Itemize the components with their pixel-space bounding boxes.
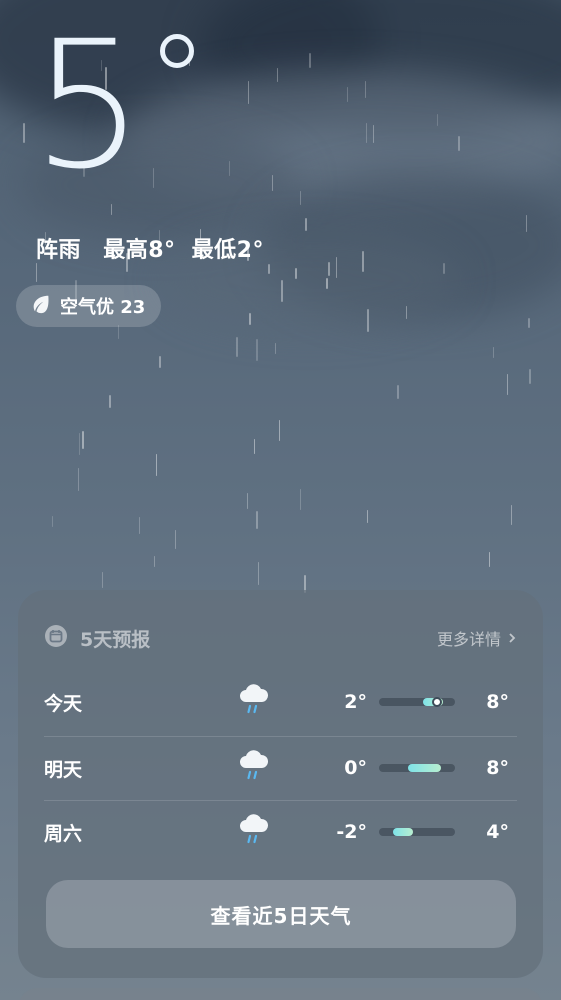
rain-streak bbox=[271, 175, 274, 191]
rain-streak bbox=[525, 215, 528, 232]
rain-streak bbox=[138, 517, 141, 534]
rain-streak bbox=[528, 317, 530, 329]
condition-summary: 阵雨 最高8° 最低2° bbox=[36, 232, 278, 264]
low-temp: 最低2° bbox=[191, 238, 264, 263]
temp-range-bar bbox=[379, 828, 455, 836]
rain-streak bbox=[326, 278, 328, 290]
forecast-card: 5天预报 更多详情 今天 2° 8° 明天 0° 8° 周六 -2° 4° 查看… bbox=[18, 590, 543, 978]
rain-streak bbox=[102, 572, 104, 589]
rain-streak bbox=[529, 368, 531, 384]
rain-streak bbox=[174, 530, 177, 549]
rain-streak bbox=[300, 488, 302, 511]
more-details-link[interactable]: 更多详情 bbox=[437, 626, 517, 650]
rain-streak bbox=[256, 511, 258, 530]
rain-streak bbox=[510, 504, 512, 526]
condition-text: 阵雨 bbox=[36, 238, 82, 263]
rain-streak bbox=[155, 453, 158, 476]
forecast-row-today[interactable]: 今天 2° 8° bbox=[44, 670, 517, 734]
rain-streak bbox=[51, 515, 54, 527]
forecast-title: 5天预报 bbox=[80, 628, 151, 651]
rain-streak bbox=[236, 337, 238, 357]
next-card bbox=[18, 988, 543, 1000]
rain-streak bbox=[506, 374, 509, 396]
calendar-icon bbox=[44, 624, 68, 652]
forecast-row-saturday[interactable]: 周六 -2° 4° bbox=[44, 800, 517, 864]
rain-streak bbox=[246, 492, 249, 510]
chevron-right-icon bbox=[507, 629, 517, 648]
rain-streak bbox=[109, 395, 111, 409]
rain-streak bbox=[253, 438, 256, 454]
rain-streak bbox=[281, 279, 283, 303]
rain-streak bbox=[35, 262, 38, 283]
rain-streak bbox=[82, 430, 84, 450]
rain-streak bbox=[268, 263, 270, 275]
leaf-icon bbox=[30, 293, 52, 320]
rain-streak bbox=[335, 256, 337, 278]
low-temp: 0° bbox=[344, 757, 367, 779]
rain-streak bbox=[367, 309, 369, 333]
rain-streak bbox=[118, 324, 120, 340]
aqi-label: 空气优 23 bbox=[60, 297, 146, 318]
rain-streak bbox=[405, 305, 407, 319]
rain-streak bbox=[443, 262, 445, 274]
rain-streak bbox=[154, 556, 156, 567]
rain-streak bbox=[256, 338, 258, 362]
high-temp: 4° bbox=[486, 821, 509, 843]
air-quality-badge[interactable]: 空气优 23 bbox=[16, 285, 162, 327]
rain-streak bbox=[78, 433, 81, 456]
high-temp: 最高8° bbox=[103, 238, 176, 263]
rain-cloud-icon bbox=[238, 812, 270, 848]
rain-streak bbox=[492, 346, 495, 359]
rain-streak bbox=[249, 313, 251, 325]
temp-range-bar bbox=[379, 764, 455, 772]
current-temperature: 5 bbox=[32, 18, 194, 194]
more-details-label: 更多详情 bbox=[436, 630, 501, 649]
low-temp: -2° bbox=[336, 821, 367, 843]
temp-range-fill bbox=[393, 828, 413, 836]
rain-streak bbox=[278, 419, 281, 441]
rain-streak bbox=[274, 342, 277, 355]
forecast-header: 5天预报 更多详情 bbox=[44, 620, 517, 656]
rain-streak bbox=[305, 218, 307, 231]
rain-streak bbox=[309, 53, 311, 68]
rain-streak bbox=[152, 167, 154, 189]
rain-streak bbox=[247, 80, 250, 105]
rain-streak bbox=[228, 160, 231, 176]
temp-range-fill bbox=[408, 764, 441, 772]
day-label: 明天 bbox=[44, 758, 83, 781]
high-temp: 8° bbox=[486, 757, 509, 779]
degree-symbol bbox=[160, 34, 194, 68]
rain-streak bbox=[362, 251, 364, 272]
rain-streak bbox=[276, 68, 279, 82]
low-temp: 2° bbox=[344, 691, 367, 713]
rain-streak bbox=[295, 267, 297, 280]
rain-streak bbox=[328, 261, 330, 276]
rain-streak bbox=[77, 468, 79, 491]
day-label: 今天 bbox=[44, 692, 83, 715]
rain-streak bbox=[366, 509, 368, 523]
rain-cloud-icon bbox=[238, 748, 270, 784]
forecast-row-tomorrow[interactable]: 明天 0° 8° bbox=[44, 736, 517, 800]
rain-streak bbox=[458, 136, 460, 152]
rain-streak bbox=[23, 123, 25, 144]
temp-range-bar bbox=[379, 697, 455, 707]
high-temp: 8° bbox=[486, 691, 509, 713]
view-5-day-button[interactable]: 查看近5日天气 bbox=[46, 880, 516, 948]
rain-streak bbox=[365, 123, 368, 143]
rain-streak bbox=[397, 385, 399, 399]
rain-streak bbox=[159, 356, 161, 368]
rain-streak bbox=[257, 562, 259, 585]
rain-cloud-icon bbox=[238, 682, 270, 718]
day-label: 周六 bbox=[44, 822, 83, 845]
rain-streak bbox=[488, 551, 491, 568]
